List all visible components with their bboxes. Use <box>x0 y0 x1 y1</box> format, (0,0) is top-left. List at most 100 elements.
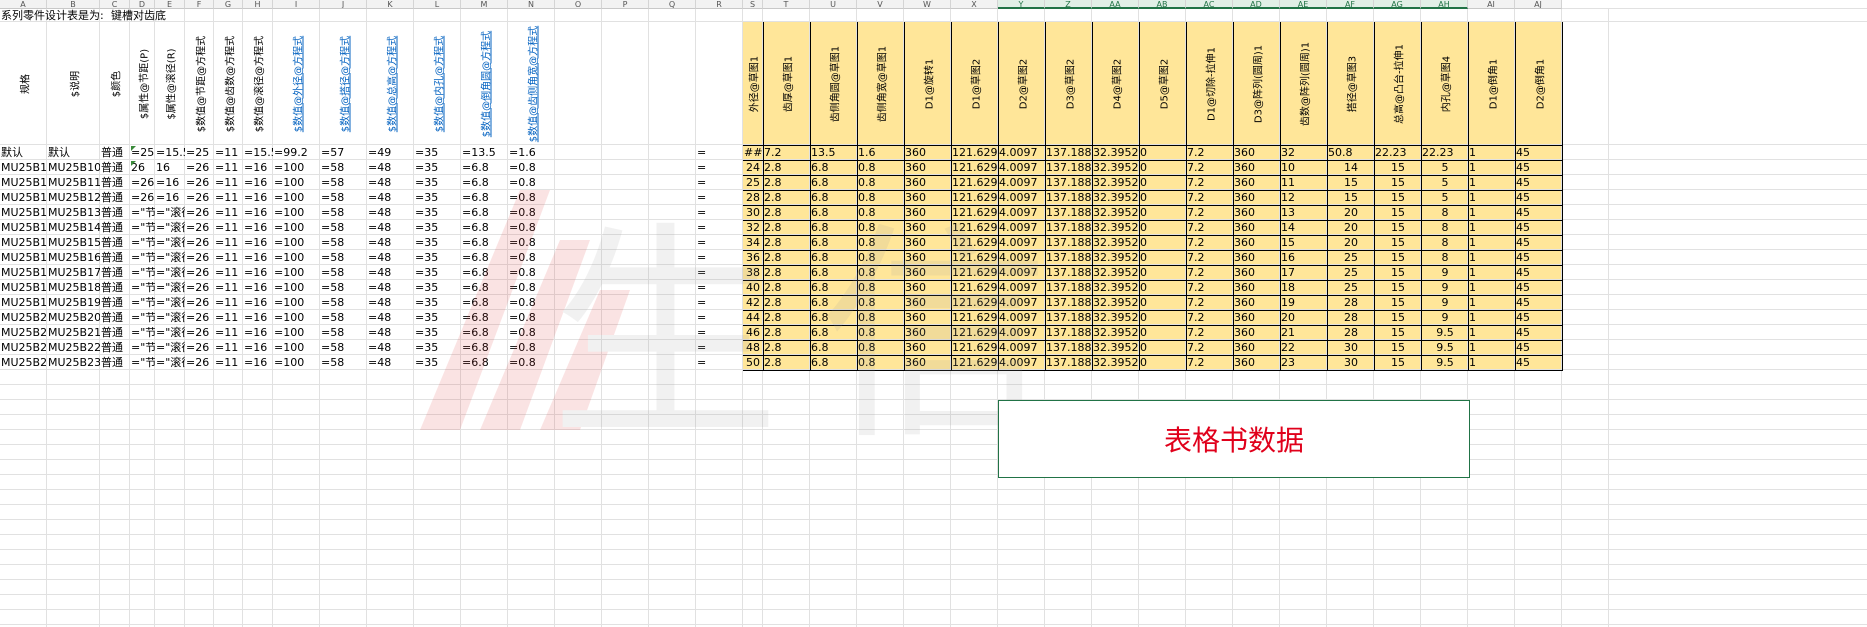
table-cell[interactable]: =35 <box>414 175 461 190</box>
table-cell[interactable]: 137.188 <box>1045 175 1092 190</box>
table-cell[interactable]: =0.8 <box>508 310 555 325</box>
table-cell[interactable]: MU25B22 <box>47 340 100 355</box>
column-header-k[interactable]: K <box>367 0 414 9</box>
column-header-w[interactable]: W <box>904 0 951 9</box>
table-cell[interactable]: =100 <box>273 280 320 295</box>
table-cell[interactable]: =26 <box>185 250 214 265</box>
table-cell[interactable]: 13.5 <box>810 145 857 160</box>
table-cell[interactable]: 0 <box>1139 295 1186 310</box>
table-cell[interactable]: 15 <box>1374 265 1421 280</box>
table-cell[interactable]: 360 <box>1233 250 1280 265</box>
table-cell[interactable]: 6.8 <box>810 295 857 310</box>
table-cell[interactable]: 121.629 <box>951 145 998 160</box>
table-cell[interactable]: 6.8 <box>810 325 857 340</box>
table-cell[interactable]: 360 <box>1233 325 1280 340</box>
table-cell[interactable]: =6.8 <box>461 250 508 265</box>
table-cell[interactable]: 6.8 <box>810 175 857 190</box>
table-cell[interactable]: MU25B10 <box>0 160 47 175</box>
table-cell[interactable]: 11 <box>1280 175 1327 190</box>
spreadsheet-grid[interactable]: A B C D E F G H I J K L M N O P Q R S T U V W X Y Z AA AB AC AD AE AF AG… <box>0 0 1867 627</box>
table-cell[interactable]: =6.8 <box>461 325 508 340</box>
table-cell[interactable]: 普通 <box>100 280 130 295</box>
table-cell[interactable]: 0.8 <box>857 220 904 235</box>
table-cell[interactable]: 32.3952 <box>1092 310 1139 325</box>
table-cell[interactable]: 15 <box>1374 310 1421 325</box>
table-cell[interactable]: =58 <box>320 265 367 280</box>
table-cell[interactable]: 7.2 <box>1186 220 1233 235</box>
table-cell[interactable]: 5 <box>1421 190 1468 205</box>
table-cell[interactable]: =25 <box>185 145 214 160</box>
table-cell[interactable]: =26 <box>185 220 214 235</box>
table-cell[interactable]: 34 <box>743 235 763 250</box>
table-cell[interactable]: =35 <box>414 280 461 295</box>
table-cell[interactable]: =0.8 <box>508 175 555 190</box>
table-cell[interactable]: 0.8 <box>857 295 904 310</box>
table-cell[interactable]: 30 <box>743 205 763 220</box>
table-cell[interactable]: 0.8 <box>857 160 904 175</box>
right-header-7[interactable]: D3@草图2 <box>1045 22 1092 145</box>
table-cell[interactable]: =48 <box>367 295 414 310</box>
table-cell[interactable]: 137.188 <box>1045 160 1092 175</box>
table-cell[interactable]: 360 <box>1233 145 1280 160</box>
table-cell[interactable]: 0 <box>1139 175 1186 190</box>
table-cell[interactable]: =48 <box>367 235 414 250</box>
table-cell[interactable]: 15 <box>1374 190 1421 205</box>
table-cell[interactable]: 360 <box>904 325 951 340</box>
table-cell[interactable]: =0.8 <box>508 295 555 310</box>
table-cell[interactable]: MU25B13 <box>0 205 47 220</box>
table-cell[interactable]: 360 <box>904 160 951 175</box>
table-cell[interactable]: 1 <box>1468 205 1515 220</box>
table-cell[interactable]: 15 <box>1374 175 1421 190</box>
table-cell[interactable]: 普通 <box>100 265 130 280</box>
table-cell[interactable]: ="节距 <box>130 235 155 250</box>
table-cell[interactable]: =0.8 <box>508 250 555 265</box>
table-cell[interactable]: 0.8 <box>857 325 904 340</box>
table-cell[interactable]: 4.0097 <box>998 145 1045 160</box>
table-cell[interactable]: =48 <box>367 280 414 295</box>
table-cell[interactable]: 17 <box>1280 265 1327 280</box>
table-cell[interactable]: 2.8 <box>763 340 810 355</box>
table-cell[interactable]: =26 <box>185 295 214 310</box>
table-cell-r[interactable]: = <box>696 280 743 295</box>
table-cell[interactable]: =16 <box>243 355 273 370</box>
table-cell[interactable]: =58 <box>320 160 367 175</box>
column-header-h[interactable]: H <box>243 0 273 9</box>
table-cell[interactable]: 2.8 <box>763 310 810 325</box>
table-cell[interactable]: MU25B12 <box>0 190 47 205</box>
left-header-0[interactable]: 规格 <box>0 22 47 145</box>
table-cell[interactable]: =35 <box>414 310 461 325</box>
table-cell[interactable]: 25 <box>1327 250 1374 265</box>
table-cell[interactable]: 137.188 <box>1045 145 1092 160</box>
table-cell[interactable]: 32.3952 <box>1092 340 1139 355</box>
table-cell[interactable]: 20 <box>1327 205 1374 220</box>
column-header-b[interactable]: B <box>47 0 100 9</box>
table-cell[interactable]: 7.2 <box>1186 280 1233 295</box>
table-cell[interactable]: MU25B10 <box>47 160 100 175</box>
table-cell[interactable]: 32.3952 <box>1092 205 1139 220</box>
table-cell[interactable]: 360 <box>904 250 951 265</box>
table-cell[interactable]: ="滚径 <box>155 295 185 310</box>
table-cell[interactable]: 137.188 <box>1045 235 1092 250</box>
table-cell[interactable]: 15 <box>1374 295 1421 310</box>
table-cell[interactable]: =16 <box>243 190 273 205</box>
table-cell[interactable]: 1 <box>1468 235 1515 250</box>
table-cell[interactable]: 38 <box>743 265 763 280</box>
table-cell[interactable]: 0.8 <box>857 205 904 220</box>
table-cell[interactable]: MU25B21 <box>0 325 47 340</box>
table-cell[interactable]: 2.8 <box>763 160 810 175</box>
table-cell[interactable]: MU25B14 <box>0 220 47 235</box>
table-cell[interactable]: =11 <box>214 250 243 265</box>
table-cell[interactable]: =26 <box>130 175 155 190</box>
table-cell-r[interactable]: = <box>696 145 743 160</box>
table-cell-r[interactable]: = <box>696 355 743 370</box>
table-cell[interactable]: 360 <box>1233 175 1280 190</box>
table-cell[interactable]: 121.629 <box>951 265 998 280</box>
table-cell[interactable]: =58 <box>320 295 367 310</box>
table-cell[interactable]: 2.8 <box>763 250 810 265</box>
table-cell[interactable]: =100 <box>273 205 320 220</box>
table-cell[interactable]: 15 <box>1374 355 1421 370</box>
table-cell[interactable]: 9.5 <box>1421 355 1468 370</box>
table-cell[interactable]: 7.2 <box>1186 175 1233 190</box>
table-cell-r[interactable]: = <box>696 310 743 325</box>
table-cell[interactable]: =11 <box>214 310 243 325</box>
